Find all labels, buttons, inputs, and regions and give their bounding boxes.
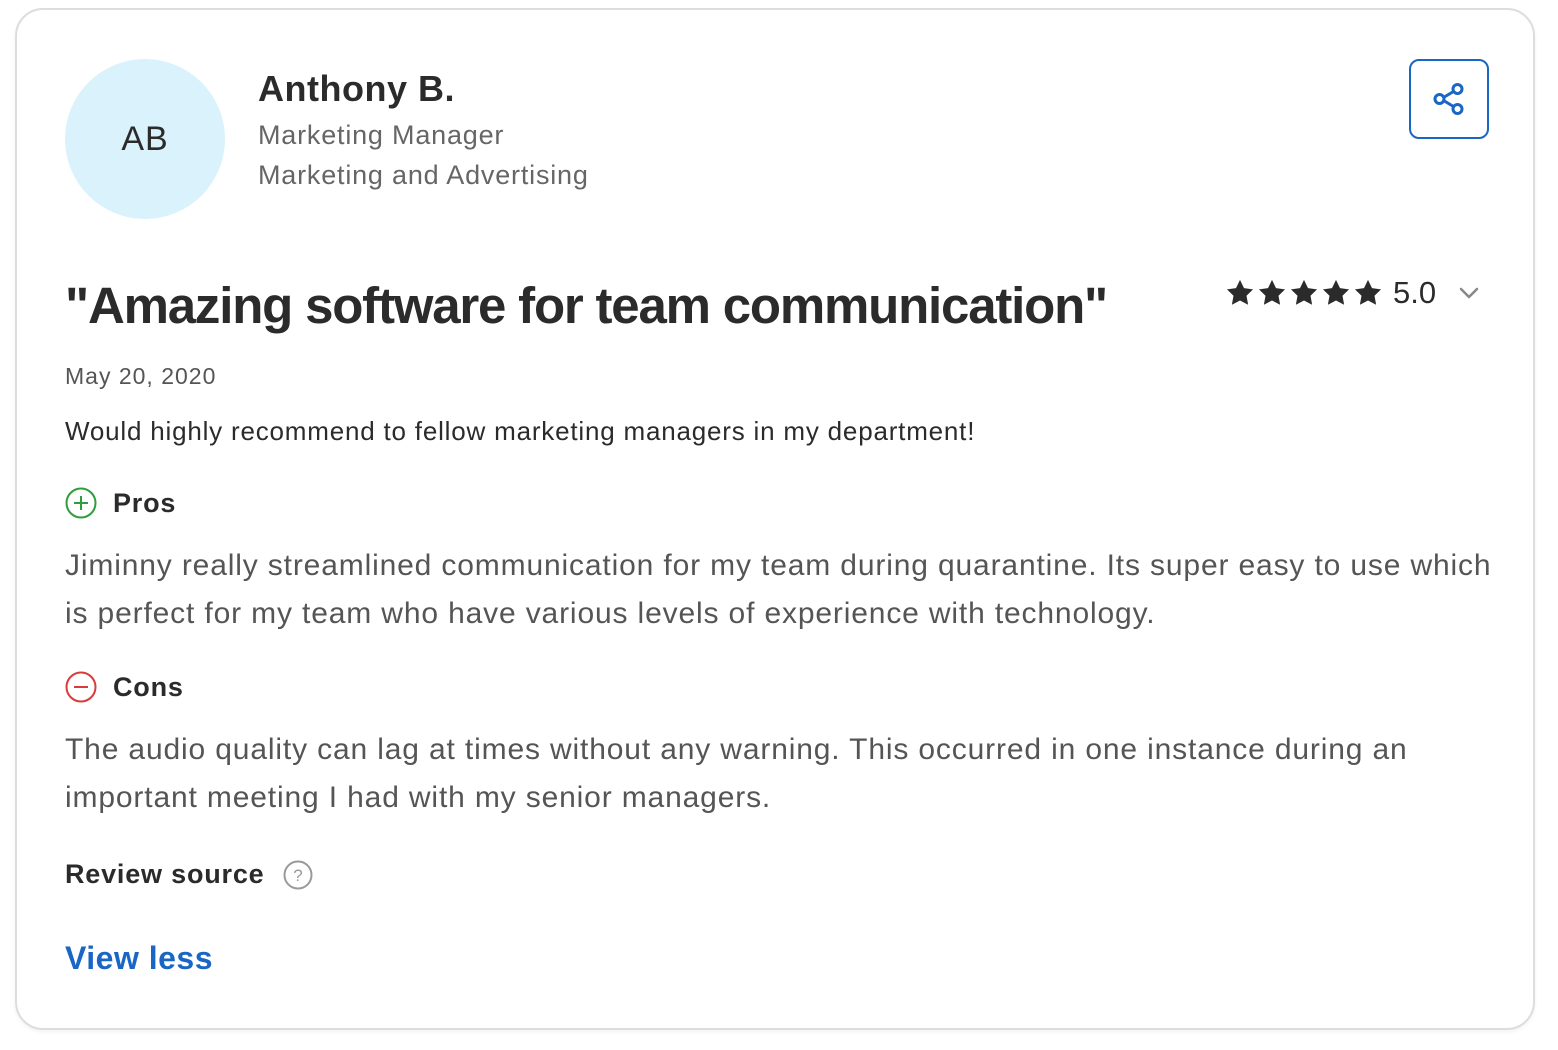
review-source-help[interactable]: ? (283, 860, 313, 890)
reviewer-role: Marketing Manager (258, 120, 505, 150)
review-card: AB Anthony B. Marketing Manager Marketin… (15, 8, 1535, 1030)
avatar: AB (65, 59, 225, 219)
star-rating (1225, 278, 1383, 308)
review-title: "Amazing software for team communication… (65, 277, 1108, 334)
rating: 5.0 (1225, 273, 1480, 313)
review-source-label: Review source (65, 859, 265, 889)
avatar-initials: AB (121, 119, 169, 158)
review-summary: Would highly recommend to fellow marketi… (65, 416, 976, 446)
svg-text:?: ? (293, 866, 302, 885)
star-icon (1259, 279, 1285, 305)
chevron-down-icon (1459, 287, 1479, 299)
view-less-link[interactable]: View less (65, 940, 213, 977)
question-circle-icon: ? (283, 860, 312, 889)
star-icon (1355, 279, 1381, 305)
reviewer-industry: Marketing and Advertising (258, 160, 589, 190)
pros-text: Jiminny really streamlined communication… (65, 549, 1492, 630)
cons-heading: Cons (65, 671, 184, 703)
share-icon (1433, 83, 1464, 115)
star-icon (1291, 279, 1317, 305)
cons-label: Cons (113, 671, 184, 702)
review-date: May 20, 2020 (65, 363, 217, 389)
rating-value: 5.0 (1393, 275, 1437, 310)
star-icon (1323, 279, 1349, 305)
pros-label: Pros (113, 487, 177, 518)
minus-circle-icon (65, 671, 97, 703)
share-button[interactable] (1409, 59, 1489, 139)
pros-heading: Pros (65, 487, 176, 519)
review-source: Review source ? (65, 859, 313, 890)
plus-circle-icon (65, 487, 97, 519)
cons-text: The audio quality can lag at times witho… (65, 733, 1408, 814)
star-icon (1227, 279, 1253, 305)
reviewer-name: Anthony B. (258, 68, 455, 109)
rating-details-toggle[interactable] (1458, 286, 1480, 300)
